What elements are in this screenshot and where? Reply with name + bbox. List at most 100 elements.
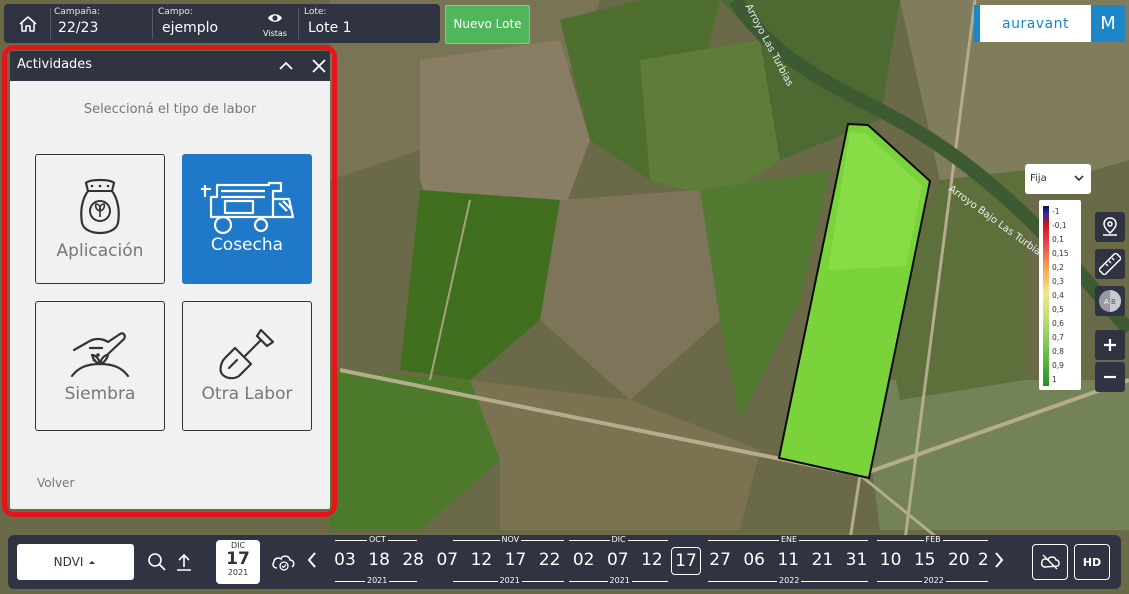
divider (152, 8, 153, 39)
cloud-off-icon (1040, 554, 1060, 570)
legend-tick: 0,6 (1052, 319, 1064, 328)
top-bar: Campaña: 22/23 Campo: ejemplo Vistas Lot… (4, 4, 440, 43)
timeline-date[interactable]: 10 (876, 550, 906, 570)
campaign-value: 22/23 (58, 20, 99, 36)
caret-up-icon (89, 561, 96, 564)
calendar-year: 2021 (227, 568, 249, 577)
divider (50, 8, 51, 39)
lot-selector[interactable]: Lote: Lote 1 (304, 7, 434, 36)
divider (298, 8, 299, 39)
lot-label: Lote: (304, 7, 327, 17)
campaign-selector[interactable]: Campaña: 22/23 (54, 7, 150, 36)
zoom-out-button[interactable] (1095, 362, 1125, 392)
timeline-month-label: NOV (499, 535, 522, 544)
legend-color-bar (1043, 206, 1049, 386)
legend-mode-value: Fija (1030, 173, 1047, 184)
legend-tick: 0,8 (1052, 347, 1064, 356)
lot-value: Lote 1 (308, 20, 352, 36)
compare-ab-icon: A B (1099, 290, 1121, 312)
calendar-day: 17 (226, 549, 250, 569)
timeline-month-label: ENE (779, 535, 800, 544)
timeline-date[interactable]: 06 (739, 550, 769, 570)
timeline-date[interactable]: 31 (842, 550, 872, 570)
timeline-month-label: DIC (609, 535, 628, 544)
timeline-date[interactable]: 11 (773, 550, 803, 570)
selected-date-calendar[interactable]: DIC 17 2021 (216, 540, 260, 584)
new-lot-button[interactable]: Nuevo Lote (445, 5, 530, 44)
timeline-date[interactable]: 02 (569, 550, 599, 570)
chevron-left-icon (307, 552, 316, 568)
legend-tick: 0,3 (1052, 277, 1064, 286)
field-label: Campo: (158, 7, 193, 17)
cloud-icon (272, 555, 295, 571)
bottom-bar: NDVI DIC 17 2021 HD 03 18 28 07 12 17 22… (8, 535, 1121, 589)
zoom-out-icon (1104, 375, 1116, 379)
legend-mode-select[interactable]: Fija (1025, 164, 1091, 194)
chevron-down-icon (1074, 175, 1084, 182)
compare-button[interactable]: A B (1095, 286, 1125, 316)
timeline-month-label: OCT (367, 535, 388, 544)
chevron-right-icon (995, 552, 1004, 568)
timeline-date[interactable]: 17 (501, 550, 531, 570)
timeline-prev-button[interactable] (306, 550, 318, 574)
timeline-date[interactable]: 22 (535, 550, 565, 570)
legend-ticks: -1 -0,1 0,1 0,15 0,2 0,3 0,4 0,5 0,6 0,7 0,8 0,9 1 (1052, 205, 1069, 387)
legend-tick: -0,1 (1052, 221, 1067, 230)
timeline-month-label: FEB (923, 535, 943, 544)
campaign-label: Campaña: (54, 7, 101, 17)
legend-tick: 0,7 (1052, 333, 1064, 342)
layer-value: NDVI (53, 555, 84, 569)
legend-tick: 0,5 (1052, 305, 1064, 314)
timeline-date[interactable]: 03 (330, 550, 360, 570)
layer-selector[interactable]: NDVI (17, 544, 134, 580)
timeline-date[interactable]: 28 (398, 550, 428, 570)
zoom-in-icon (1104, 339, 1116, 351)
timeline-date[interactable]: 21 (807, 550, 837, 570)
search-icon (148, 553, 166, 571)
home-icon (19, 15, 37, 32)
measure-button[interactable] (1095, 249, 1125, 279)
home-button[interactable] (8, 4, 48, 43)
search-button[interactable] (144, 549, 170, 575)
legend-tick: 0,9 (1052, 361, 1064, 370)
legend-tick: 0,15 (1052, 249, 1069, 258)
svg-text:A: A (1104, 298, 1109, 306)
svg-text:B: B (1111, 298, 1116, 306)
cloud-filter-button[interactable] (270, 549, 296, 575)
legend-tick: -1 (1052, 207, 1060, 216)
upload-icon (177, 553, 191, 571)
timeline-year-label: 2021 (607, 576, 632, 585)
timeline-date[interactable]: 12 (637, 550, 667, 570)
timeline-date[interactable]: 07 (603, 550, 633, 570)
cloud-off-button[interactable] (1032, 544, 1068, 580)
timeline-date[interactable]: 2 (978, 550, 988, 570)
timeline-date[interactable]: 15 (910, 550, 940, 570)
timeline-date[interactable]: 18 (364, 550, 394, 570)
timeline-year-label: 2021 (365, 576, 390, 585)
ndvi-legend: -1 -0,1 0,1 0,15 0,2 0,3 0,4 0,5 0,6 0,7 0,8 0,9 1 (1039, 200, 1081, 390)
zoom-in-button[interactable] (1095, 330, 1125, 360)
user-avatar[interactable]: M (1091, 5, 1125, 42)
timeline-date[interactable]: 17 (671, 547, 701, 575)
timeline-date[interactable]: 27 (705, 550, 735, 570)
legend-tick: 0,4 (1052, 291, 1064, 300)
timeline-date[interactable]: 12 (466, 550, 496, 570)
timeline-year-label: 2022 (921, 576, 946, 585)
legend-tick: 1 (1052, 375, 1057, 384)
timeline-year-label: 2021 (497, 576, 522, 585)
field-selector[interactable]: Campo: ejemplo (158, 7, 254, 36)
views-label: Vistas (263, 29, 287, 38)
timeline-date[interactable]: 20 (944, 550, 974, 570)
views-button[interactable]: Vistas (260, 9, 290, 38)
timeline-date[interactable]: 07 (432, 550, 462, 570)
timeline-year-label: 2022 (777, 576, 802, 585)
location-pin-icon (1103, 217, 1117, 236)
eye-icon (268, 14, 282, 22)
hd-button[interactable]: HD (1074, 544, 1110, 580)
timeline-next-button[interactable] (993, 550, 1005, 574)
legend-tick: 0,2 (1052, 263, 1064, 272)
location-button[interactable] (1095, 212, 1125, 242)
legend-tick: 0,1 (1052, 235, 1064, 244)
upload-button[interactable] (171, 549, 197, 575)
brand-logo: auravant (974, 5, 1091, 42)
